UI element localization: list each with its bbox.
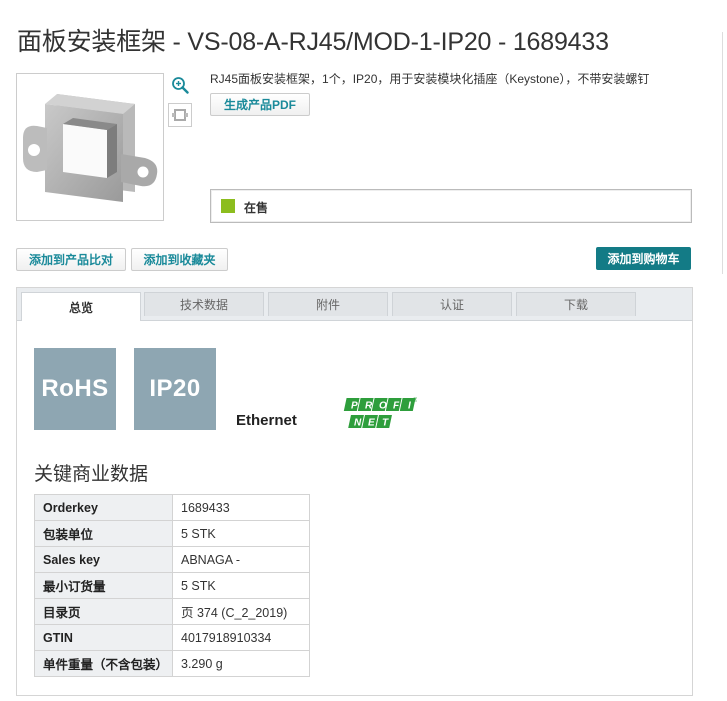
profinet-letter: F (393, 401, 400, 412)
ip20-badge: IP20 (134, 348, 216, 430)
scrollbar-edge (722, 32, 723, 274)
profinet-letter: O (379, 401, 387, 412)
profinet-letter: P (351, 401, 358, 412)
table-row: 单件重量（不含包装） 3.290 g (34, 650, 310, 677)
table-row: 最小订货量 5 STK (34, 572, 310, 599)
value-cell: 页 374 (C_2_2019) (172, 598, 310, 625)
image-thumbnail[interactable] (168, 103, 192, 127)
rohs-badge: RoHS (34, 348, 116, 430)
tab-bar: 总览 技术数据 附件 认证 下载 (17, 288, 692, 321)
tab-technical-data[interactable]: 技术数据 (144, 292, 264, 316)
ethernet-label: Ethernet (236, 412, 297, 429)
table-row: Orderkey 1689433 (34, 494, 310, 521)
product-detail-panel: 总览 技术数据 附件 认证 下载 RoHS IP20 Ethernet P R … (16, 287, 693, 696)
product-image[interactable] (16, 73, 164, 221)
page-title: 面板安装框架 - VS-08-A-RJ45/MOD-1-IP20 - 16894… (17, 28, 609, 56)
key-data-table: Orderkey 1689433 包装单位 5 STK Sales key AB… (34, 494, 310, 677)
value-cell: 5 STK (172, 572, 310, 599)
add-to-favorites-button[interactable]: 添加到收藏夹 (131, 248, 228, 271)
profinet-letter: N (354, 418, 362, 429)
product-description: RJ45面板安装框架，1个，IP20，用于安装模块化插座（Keystone），不… (210, 72, 650, 86)
table-row: Sales key ABNAGA - (34, 546, 310, 573)
status-label: 在售 (244, 201, 269, 215)
profinet-logo: P R O F I N E T ® (343, 397, 417, 429)
tab-overview[interactable]: 总览 (21, 292, 141, 321)
status-indicator (221, 199, 235, 213)
generate-pdf-button[interactable]: 生成产品PDF (210, 93, 310, 116)
svg-text:®: ® (413, 397, 417, 404)
value-cell: 1689433 (172, 494, 310, 521)
zoom-icon[interactable] (170, 75, 190, 95)
key-cell: Orderkey (34, 494, 173, 521)
add-to-cart-button[interactable]: 添加到购物车 (596, 247, 691, 270)
availability-box: 在售 (210, 189, 692, 223)
profinet-letter: R (365, 401, 373, 412)
profinet-letter: T (382, 418, 389, 429)
add-to-compare-button[interactable]: 添加到产品比对 (16, 248, 126, 271)
value-cell: 3.290 g (172, 650, 310, 677)
key-cell: 目录页 (34, 598, 173, 625)
table-row: GTIN 4017918910334 (34, 624, 310, 651)
key-cell: 最小订货量 (34, 572, 173, 599)
key-cell: 单件重量（不含包装） (34, 650, 173, 677)
value-cell: ABNAGA - (172, 546, 310, 573)
profinet-letter: E (368, 418, 375, 429)
table-row: 目录页 页 374 (C_2_2019) (34, 598, 310, 625)
table-row: 包装单位 5 STK (34, 520, 310, 547)
key-cell: 包装单位 (34, 520, 173, 547)
tab-approvals[interactable]: 认证 (392, 292, 512, 316)
value-cell: 5 STK (172, 520, 310, 547)
key-cell: GTIN (34, 624, 173, 651)
tab-accessories[interactable]: 附件 (268, 292, 388, 316)
thumbnail-image (172, 109, 188, 121)
value-cell: 4017918910334 (172, 624, 310, 651)
rj45-frame-image (23, 94, 158, 202)
profinet-letter: I (408, 401, 411, 412)
key-cell: Sales key (34, 546, 173, 573)
tab-downloads[interactable]: 下载 (516, 292, 636, 316)
key-data-title: 关键商业数据 (34, 464, 149, 485)
